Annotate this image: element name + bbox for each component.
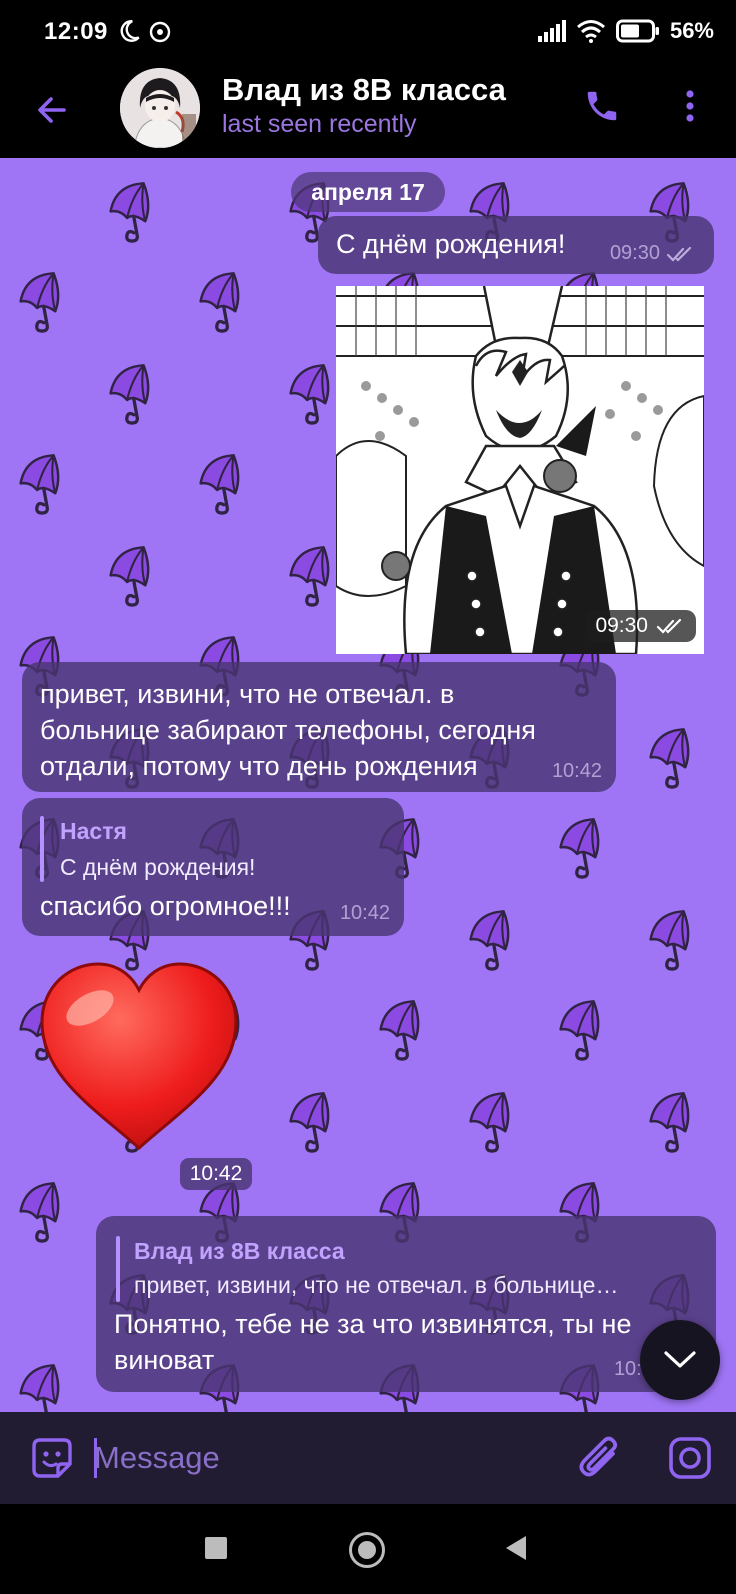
telegram-notification-icon [149, 21, 171, 43]
wifi-icon [576, 20, 605, 43]
reply-text[interactable]: привет, извини, что не отвечал. в больни… [134, 1272, 618, 1299]
message-time: 10:42 [551, 760, 602, 782]
message-text: С днём рождения! [336, 229, 566, 259]
reply-text[interactable]: С днём рождения! [60, 854, 255, 881]
do-not-disturb-icon [120, 20, 140, 42]
double-check-icon [666, 246, 692, 262]
message-photo[interactable]: 09:30 [336, 286, 704, 654]
message-text-line: привет, извини, что не отвечал. в [40, 679, 455, 709]
system-back-button[interactable] [506, 1536, 526, 1560]
message-time: 09:30 [595, 614, 648, 637]
double-check-icon [656, 618, 682, 634]
message-text-line: виноват [114, 1345, 215, 1375]
message-bubble-in[interactable]: привет, извини, что не отвечал. в больни… [22, 662, 616, 792]
message-bubble-in[interactable]: Настя С днём рождения! спасибо огромное!… [22, 798, 404, 936]
system-nav-bar [0, 1504, 736, 1594]
battery-percent: 56% [669, 18, 714, 43]
arrow-left-icon [38, 97, 66, 123]
message-input[interactable] [94, 1430, 554, 1486]
battery-icon [615, 19, 659, 43]
message-text-line: Понятно, тебе не за что извинятся, ты не [114, 1309, 632, 1339]
avatar[interactable] [120, 68, 200, 148]
message-text-line: отдали, потому что день рождения [40, 751, 478, 781]
status-icons: 56% [537, 18, 714, 44]
avatar-image [120, 68, 200, 148]
message-meta: 09:30 [610, 242, 696, 265]
reply-bar [116, 1236, 120, 1302]
message-text-line: больнице забирают телефоны, сегодня [40, 715, 536, 745]
home-button[interactable] [349, 1532, 385, 1568]
back-button[interactable] [30, 88, 74, 132]
call-button[interactable] [578, 82, 626, 130]
scroll-to-bottom-button[interactable] [640, 1320, 720, 1400]
message-time: 09:30 [609, 242, 660, 264]
reply-bar [40, 816, 44, 882]
message-composer [0, 1412, 736, 1504]
manga-image [336, 286, 704, 654]
heart-sticker[interactable] [34, 958, 244, 1158]
chat-area[interactable]: апреля 17 С днём рождения! 09:30 09:30 п… [0, 158, 736, 1412]
status-bar: 12:09 56% [0, 0, 736, 64]
photo-time: 09:30 [585, 610, 696, 642]
reply-author[interactable]: Влад из 8В класса [134, 1238, 345, 1265]
instagram-camera-icon[interactable] [666, 1434, 714, 1482]
emoji-icon[interactable] [28, 1434, 76, 1482]
message-time: 10:42 [339, 902, 390, 924]
reply-author[interactable]: Настя [60, 818, 127, 845]
more-vertical-icon [686, 90, 694, 122]
status-time: 12:09 [44, 18, 108, 45]
last-seen-status: last seen recently [222, 110, 417, 138]
recents-button[interactable] [205, 1537, 227, 1559]
message-text: спасибо огромное!!! [40, 891, 291, 921]
paperclip-icon[interactable] [574, 1432, 626, 1484]
more-options-button[interactable] [670, 82, 710, 130]
sticker-time: 10:42 [180, 1158, 252, 1190]
chat-title[interactable]: Влад из 8В класса [222, 72, 506, 108]
chat-header: Влад из 8В класса last seen recently [0, 64, 736, 158]
signal-icon [537, 20, 566, 42]
date-separator: апреля 17 [291, 172, 445, 212]
chevron-down-icon [664, 1351, 696, 1368]
phone-icon [587, 91, 617, 121]
message-bubble-out[interactable]: Влад из 8В класса привет, извини, что не… [96, 1216, 716, 1392]
message-bubble-out[interactable]: С днём рождения! 09:30 [318, 216, 714, 274]
